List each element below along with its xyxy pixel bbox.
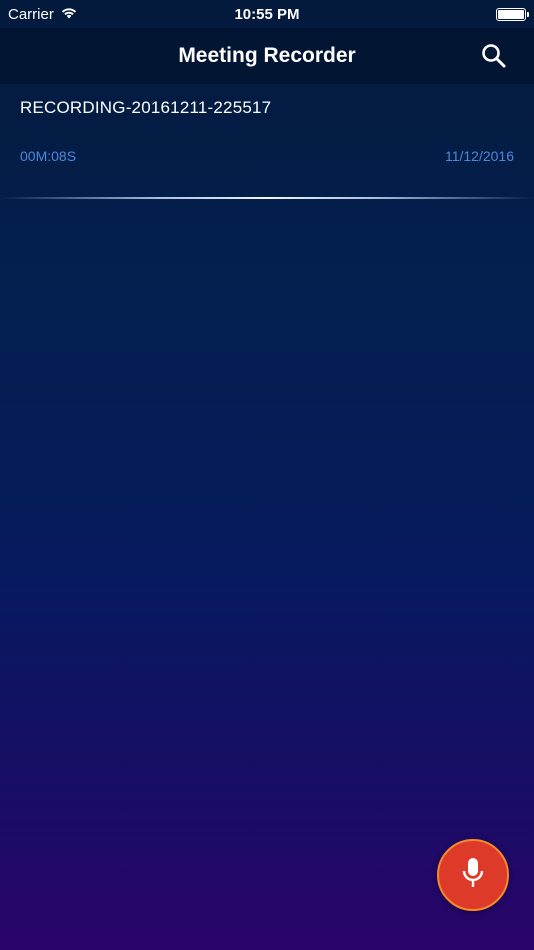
microphone-icon (460, 856, 486, 895)
list-item[interactable]: RECORDING-20161211-225517 00M:08S 11/12/… (0, 84, 534, 200)
status-left: Carrier (8, 6, 78, 23)
divider (0, 197, 534, 199)
record-button[interactable] (437, 839, 509, 911)
page-title: Meeting Recorder (178, 44, 356, 67)
status-bar: Carrier 10:55 PM (0, 0, 534, 28)
search-icon[interactable] (480, 42, 508, 70)
status-time: 10:55 PM (234, 5, 300, 23)
recording-duration: 00M:08S (20, 148, 77, 164)
recording-date: 11/12/2016 (444, 148, 514, 164)
recording-name: RECORDING-20161211-225517 (20, 98, 272, 117)
wifi-icon (60, 6, 78, 23)
navigation-bar: Meeting Recorder (0, 28, 534, 84)
battery-fill (498, 9, 524, 19)
battery-icon (496, 7, 529, 21)
carrier-label: Carrier (8, 5, 54, 23)
